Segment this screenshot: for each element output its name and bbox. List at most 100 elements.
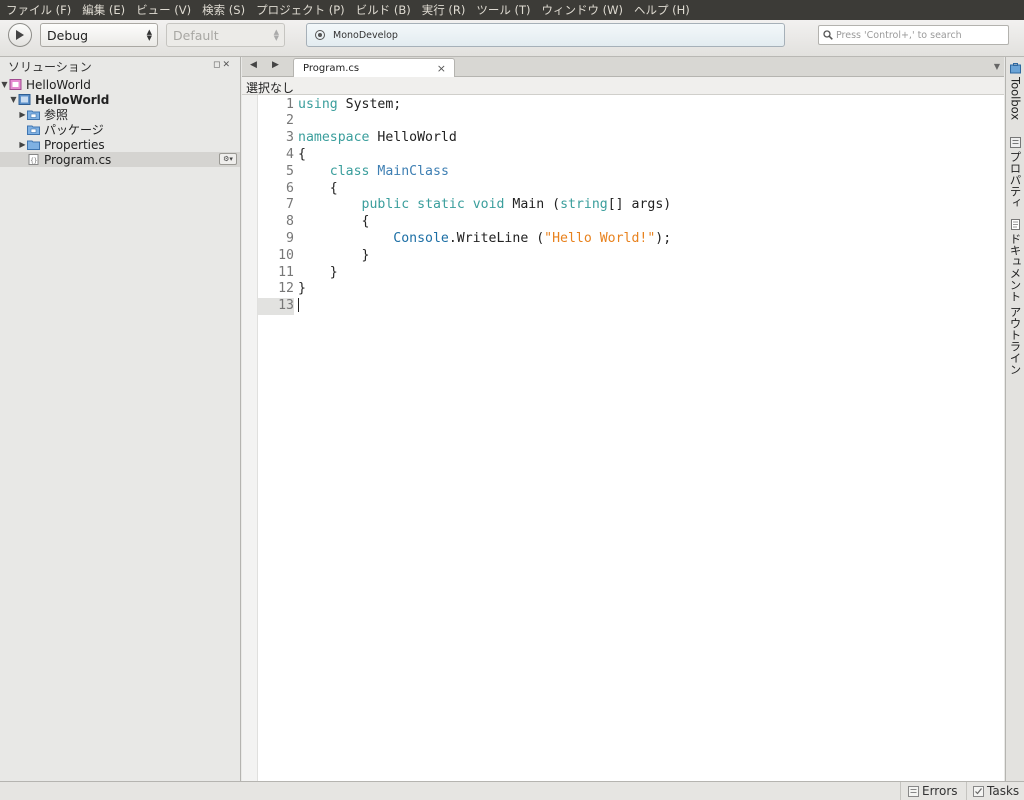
- line-number: 11: [278, 264, 294, 280]
- tree-item-project[interactable]: ▼ HelloWorld: [0, 92, 240, 107]
- breadcrumb[interactable]: 選択なし: [242, 77, 1004, 95]
- code-token: MainClass: [377, 163, 449, 179]
- line-number: 3: [286, 130, 294, 146]
- code-token: {: [298, 146, 306, 162]
- tasks-label: Tasks: [987, 784, 1020, 798]
- code-editor[interactable]: 1 using System; 2 3 namespace HelloWorld 4{5 …: [242, 95, 1004, 781]
- configuration-value: Debug: [47, 27, 89, 43]
- code-token: string: [560, 197, 608, 213]
- code-text: namespace HelloWorld: [298, 130, 457, 147]
- properties-tab[interactable]: プロパティ: [1007, 137, 1024, 209]
- line-number: 7: [286, 197, 294, 213]
- search-placeholder: Press 'Control+,' to search: [836, 29, 962, 41]
- menu-window[interactable]: ウィンドウ (W): [541, 2, 623, 18]
- toolbox-tab[interactable]: Toolbox: [1007, 63, 1024, 120]
- platform-select[interactable]: Default ▲ ▼: [166, 23, 285, 47]
- code-token: Console: [393, 230, 449, 246]
- tree-label: Properties: [44, 137, 105, 152]
- code-line[interactable]: 5 class MainClass: [242, 164, 1004, 181]
- code-line[interactable]: 8 {: [242, 214, 1004, 231]
- code-line[interactable]: 1 using System;: [242, 97, 1004, 114]
- code-line[interactable]: 9 Console.WriteLine ("Hello World!");: [242, 231, 1004, 248]
- code-token: {: [298, 180, 338, 196]
- menu-build[interactable]: ビルド (B): [356, 2, 411, 18]
- menu-project[interactable]: プロジェクト (P): [256, 2, 345, 18]
- tree-item-solution[interactable]: ▼ HelloWorld: [0, 77, 240, 92]
- tree-label: Program.cs: [44, 152, 112, 167]
- tree-item-properties[interactable]: ▶ Properties: [0, 137, 240, 152]
- code-line[interactable]: 4{: [242, 147, 1004, 164]
- pad-controls: ◻✕: [213, 60, 232, 70]
- folder-icon: [27, 110, 40, 120]
- code-token: static: [417, 197, 465, 213]
- svg-text:{}: {}: [30, 157, 37, 164]
- menu-edit[interactable]: 編集 (E): [82, 2, 125, 18]
- menu-tools[interactable]: ツール (T): [476, 2, 530, 18]
- tab-program-cs[interactable]: Program.cs ×: [293, 58, 455, 77]
- solution-pad: ソリューション ◻✕ ▼ HelloWorld ▼ HelloWorld ▶ 参…: [0, 57, 241, 781]
- menu-view[interactable]: ビュー (V): [136, 2, 191, 18]
- toolbar: Debug ▲ ▼ Default ▲ ▼ MonoDevelop Press 'C…: [0, 20, 1024, 57]
- code-line[interactable]: 13: [242, 298, 1004, 315]
- tab-next-icon[interactable]: ▶: [272, 60, 279, 70]
- folder-icon: [27, 125, 40, 135]
- project-icon: [18, 94, 31, 105]
- code-text: class MainClass: [298, 164, 449, 181]
- gear-icon[interactable]: ⚙▾: [219, 153, 237, 165]
- tree-item-program-cs[interactable]: {} Program.cs ⚙▾: [0, 152, 240, 167]
- menu-run[interactable]: 実行 (R): [422, 2, 466, 18]
- close-icon[interactable]: ✕: [222, 60, 232, 70]
- code-line[interactable]: 12}: [242, 281, 1004, 298]
- code-text: }: [298, 265, 338, 282]
- collapsed-arrow-icon[interactable]: ▶: [18, 110, 27, 119]
- menu-help[interactable]: ヘルプ (H): [634, 2, 690, 18]
- configuration-select[interactable]: Debug ▲ ▼: [40, 23, 158, 47]
- tasks-button[interactable]: Tasks: [973, 784, 1019, 798]
- code-text: }: [298, 281, 306, 298]
- code-line[interactable]: 10 }: [242, 248, 1004, 265]
- tree-item-references[interactable]: ▶ 参照: [0, 107, 240, 122]
- menu-search[interactable]: 検索 (S): [202, 2, 245, 18]
- menu-file[interactable]: ファイル (F): [6, 2, 71, 18]
- status-area: MonoDevelop: [306, 23, 785, 47]
- expanded-arrow-icon[interactable]: ▼: [0, 80, 9, 89]
- code-line[interactable]: 11 }: [242, 265, 1004, 282]
- updown-arrows-icon: ▲ ▼: [273, 28, 279, 42]
- tree-label: HelloWorld: [26, 77, 91, 92]
- search-input[interactable]: Press 'Control+,' to search: [818, 25, 1009, 45]
- code-line[interactable]: 7 public static void Main (string[] args…: [242, 197, 1004, 214]
- document-outline-icon: [1011, 219, 1020, 230]
- errors-label: Errors: [922, 784, 958, 798]
- tab-list-icon[interactable]: ▼: [994, 62, 1000, 71]
- code-token: class: [329, 163, 370, 179]
- document-tab-bar: ◀ ▶ Program.cs × ▼: [242, 57, 1004, 77]
- code-token: }: [298, 247, 370, 263]
- code-token: "Hello World!": [544, 230, 656, 246]
- code-text: {: [298, 147, 306, 164]
- expanded-arrow-icon[interactable]: ▼: [9, 95, 18, 104]
- code-token: public: [361, 197, 410, 213]
- line-number: 1: [286, 96, 294, 112]
- document-outline-tab[interactable]: ドキュメント アウトライン: [1007, 219, 1024, 375]
- tree-label: パッケージ: [44, 123, 104, 137]
- errors-button[interactable]: Errors: [908, 784, 958, 798]
- code-text: public static void Main (string[] args): [298, 197, 672, 214]
- tab-label: Program.cs: [303, 63, 360, 74]
- code-token: using: [298, 96, 338, 112]
- run-button[interactable]: [8, 23, 32, 47]
- close-icon[interactable]: ×: [437, 62, 446, 75]
- code-line[interactable]: 2: [242, 113, 1004, 130]
- code-token: [] args): [607, 197, 672, 213]
- collapsed-arrow-icon[interactable]: ▶: [18, 140, 27, 149]
- search-icon: [823, 30, 833, 40]
- tree-item-packages[interactable]: パッケージ: [0, 122, 240, 137]
- status-text: MonoDevelop: [333, 29, 398, 41]
- tab-prev-icon[interactable]: ◀: [250, 60, 257, 70]
- code-token: System;: [337, 96, 402, 112]
- code-line[interactable]: 3 namespace HelloWorld: [242, 130, 1004, 147]
- code-line[interactable]: 6 {: [242, 181, 1004, 198]
- text-caret: [298, 298, 299, 313]
- line-number: 13: [258, 298, 294, 315]
- code-token: Main (: [504, 197, 561, 213]
